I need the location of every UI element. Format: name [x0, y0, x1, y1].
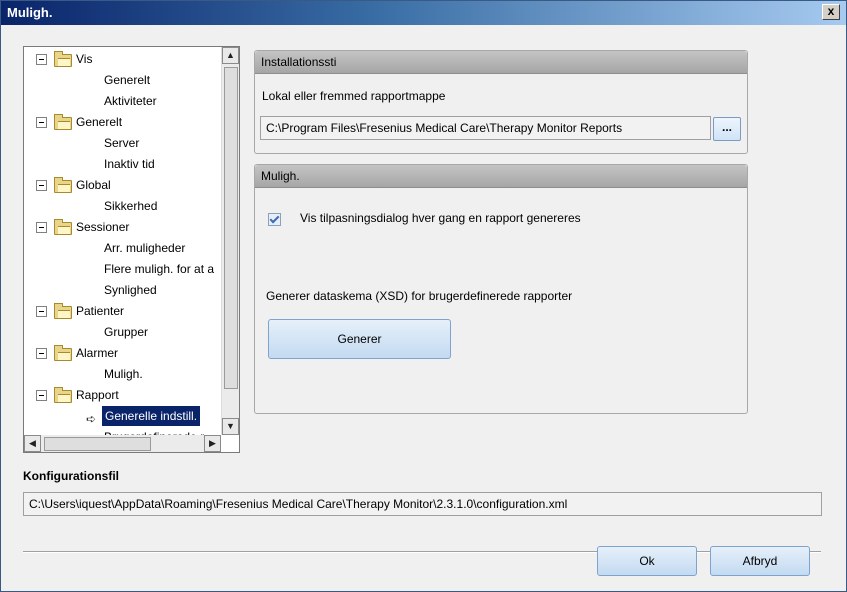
- installation-path-group: Installationssti Lokal eller fremmed rap…: [254, 50, 748, 154]
- collapse-icon[interactable]: [36, 306, 47, 317]
- config-file-field[interactable]: C:\Users\iquest\AppData\Roaming\Freseniu…: [23, 492, 822, 516]
- collapse-icon[interactable]: [36, 54, 47, 65]
- window-title: Muligh.: [7, 5, 53, 20]
- tree-node-label: Global: [76, 178, 111, 192]
- options-tree[interactable]: Vis Generelt Aktiviteter Generelt Server Inak…: [23, 46, 240, 453]
- tree-node-label: Alarmer: [76, 346, 119, 360]
- collapse-icon[interactable]: [36, 117, 47, 128]
- collapse-icon[interactable]: [36, 348, 47, 359]
- options-dialog: Muligh. x Vis Generelt Aktiviteter Generelt…: [0, 0, 847, 592]
- scroll-down-button[interactable]: ▼: [222, 418, 239, 435]
- options-title: Muligh.: [261, 169, 300, 183]
- tree-child-item[interactable]: ➪ Generelle indstill.: [24, 406, 221, 426]
- title-bar[interactable]: Muligh. x: [1, 1, 846, 25]
- tree-child-label: Generelt: [104, 73, 151, 87]
- report-folder-label: Lokal eller fremmed rapportmappe: [262, 89, 446, 103]
- folder-icon: [54, 219, 72, 235]
- tree-node-label: Patienter: [76, 304, 125, 318]
- collapse-icon[interactable]: [36, 390, 47, 401]
- tree-child-item[interactable]: Server: [104, 133, 139, 153]
- config-file-label: Konfigurationsfil: [23, 469, 119, 483]
- generate-button[interactable]: Generer: [268, 319, 451, 359]
- show-customization-label: Vis tilpasningsdialog hver gang en rappo…: [300, 211, 581, 225]
- tree-child-item[interactable]: Aktiviteter: [104, 91, 157, 111]
- vertical-scroll-thumb[interactable]: [224, 67, 238, 389]
- collapse-icon[interactable]: [36, 222, 47, 233]
- tree-node-label: Generelt: [76, 115, 123, 129]
- tree-child-label: Flere muligh. for at a: [104, 262, 215, 276]
- scroll-right-button[interactable]: ▶: [204, 435, 221, 452]
- ok-button[interactable]: Ok: [597, 546, 697, 576]
- scroll-left-button[interactable]: ◀: [24, 435, 41, 452]
- report-folder-field[interactable]: C:\Program Files\Fresenius Medical Care\…: [260, 116, 711, 140]
- footer-divider: [23, 551, 821, 553]
- tree-vertical-scrollbar[interactable]: ▲ ▼: [221, 47, 239, 435]
- tree-node-label: Rapport: [76, 388, 119, 402]
- tree-child-item[interactable]: Grupper: [104, 322, 148, 342]
- close-button[interactable]: x: [822, 4, 840, 20]
- tree-child-item[interactable]: Generelt: [104, 70, 150, 90]
- tree-child-item[interactable]: Sikkerhed: [104, 196, 157, 216]
- browse-button[interactable]: ...: [713, 117, 741, 141]
- options-header: Muligh.: [255, 165, 747, 188]
- tree-child-label: Grupper: [104, 325, 149, 339]
- generate-schema-label: Generer dataskema (XSD) for brugerdefine…: [266, 289, 573, 303]
- installation-path-title: Installationssti: [261, 55, 337, 69]
- tree-child-item[interactable]: Synlighed: [104, 280, 157, 300]
- cancel-button[interactable]: Afbryd: [710, 546, 810, 576]
- folder-icon: [54, 303, 72, 319]
- tree-child-item[interactable]: Flere muligh. for at a: [104, 259, 214, 279]
- installation-path-header: Installationssti: [255, 51, 747, 74]
- tree-node-label: Sessioner: [76, 220, 130, 234]
- tree-child-item[interactable]: Muligh.: [104, 364, 143, 384]
- tree-child-label: Sikkerhed: [104, 199, 158, 213]
- tree-horizontal-scrollbar[interactable]: ◀ ▶: [24, 435, 221, 452]
- folder-icon: [54, 51, 72, 67]
- tree-child-label: Aktiviteter: [104, 94, 157, 108]
- tree-child-label: Synlighed: [104, 283, 157, 297]
- selected-arrow-icon: ➪: [86, 412, 97, 426]
- folder-icon: [54, 177, 72, 193]
- show-customization-checkbox[interactable]: [268, 213, 281, 226]
- folder-icon: [54, 114, 72, 130]
- horizontal-scroll-thumb[interactable]: [44, 437, 151, 451]
- tree-child-label: Generelle indstill.: [102, 406, 201, 426]
- tree-child-item[interactable]: Inaktiv tid: [104, 154, 155, 174]
- tree-child-label: Server: [104, 136, 140, 150]
- folder-icon: [54, 345, 72, 361]
- folder-icon: [54, 387, 72, 403]
- scroll-up-button[interactable]: ▲: [222, 47, 239, 64]
- tree-child-label: Arr. muligheder: [104, 241, 186, 255]
- options-group: Muligh. Vis tilpasningsdialog hver gang …: [254, 164, 748, 414]
- tree-child-label: Inaktiv tid: [104, 157, 155, 171]
- tree-node-label: Vis: [76, 52, 93, 66]
- tree-child-item[interactable]: Arr. muligheder: [104, 238, 185, 258]
- collapse-icon[interactable]: [36, 180, 47, 191]
- tree-child-label: Muligh.: [104, 367, 143, 381]
